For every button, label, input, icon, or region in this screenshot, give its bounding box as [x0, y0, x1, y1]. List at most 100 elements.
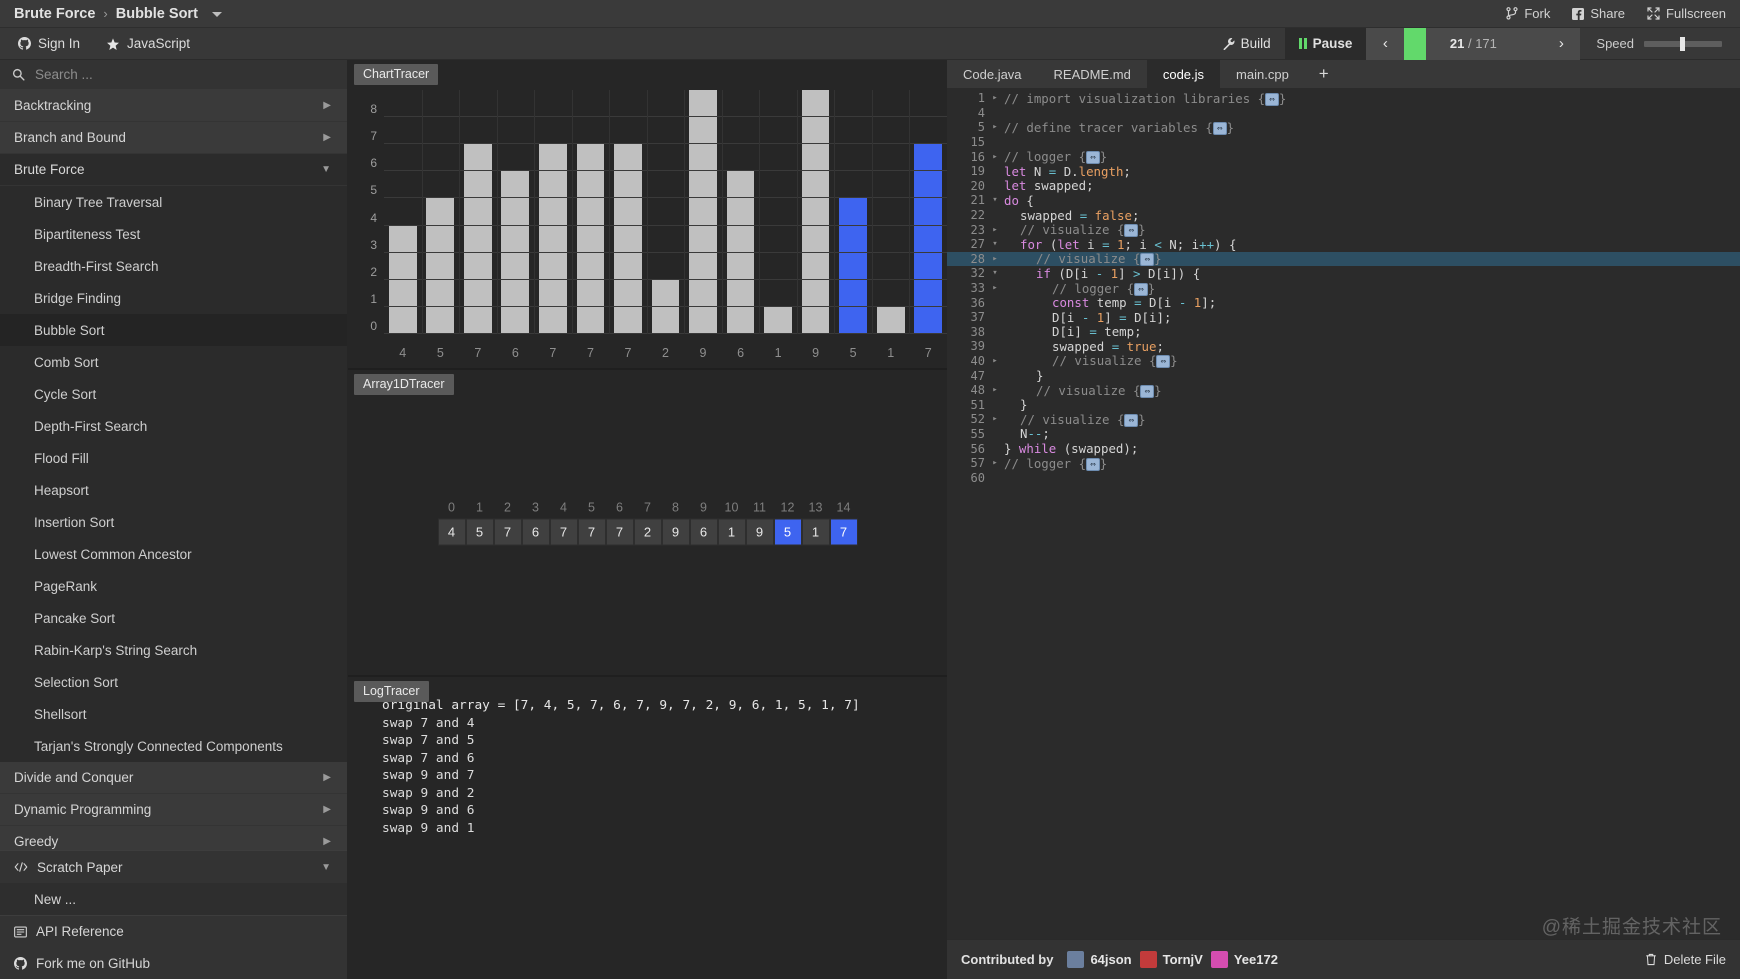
language-selector[interactable]: JavaScript [106, 36, 190, 51]
contributor[interactable]: 64json [1067, 951, 1132, 968]
search-input[interactable] [35, 67, 335, 82]
code-line: 22 swapped = false; [947, 208, 1740, 223]
fold-toggle-icon[interactable]: ▸ [989, 385, 1001, 395]
code-area[interactable]: 1 ▸// import visualization libraries {⇔} 4… [947, 88, 1740, 939]
sidebar-category-backtracking[interactable]: Backtracking ▶ [0, 90, 347, 122]
sidebar-item-fork-github[interactable]: Fork me on GitHub [0, 947, 347, 979]
fold-toggle-icon[interactable]: ▾ [989, 195, 1001, 205]
fold-toggle-icon[interactable]: ▸ [989, 283, 1001, 293]
fold-toggle-icon[interactable]: ▸ [989, 225, 1001, 235]
code-fold-widget[interactable]: ⇔ [1212, 121, 1227, 135]
fold-toggle-icon[interactable]: ▸ [989, 458, 1001, 468]
sidebar-item-bipartiteness-test[interactable]: Bipartiteness Test [0, 218, 347, 250]
code-fold-widget[interactable]: ⇔ [1086, 457, 1100, 471]
sidebar-item-bubble-sort[interactable]: Bubble Sort [0, 314, 347, 346]
fold-toggle-icon[interactable]: ▸ [989, 254, 1001, 264]
contributor[interactable]: Yee172 [1210, 951, 1278, 968]
speed-slider-knob[interactable] [1680, 36, 1685, 51]
sidebar-item-selection-sort[interactable]: Selection Sort [0, 666, 347, 698]
chart-y-tick: 8 [370, 102, 377, 117]
sidebar-item-depth-first-search[interactable]: Depth-First Search [0, 410, 347, 442]
contributor[interactable]: TornjV [1139, 951, 1203, 968]
sidebar-item-pagerank[interactable]: PageRank [0, 570, 347, 602]
sidebar-item-shellsort[interactable]: Shellsort [0, 698, 347, 730]
previous-step-button[interactable]: ‹ [1366, 27, 1405, 60]
chevron-right-icon: ▶ [323, 100, 331, 111]
code-fold-widget[interactable]: ⇔ [1134, 282, 1148, 296]
code-fold-widget[interactable]: ⇔ [1140, 384, 1155, 398]
chart-x-tick: 7 [549, 346, 557, 360]
sidebar-item-flood-fill[interactable]: Flood Fill [0, 442, 347, 474]
array-index-cell: 9 [700, 500, 707, 514]
next-step-button[interactable]: › [1542, 27, 1581, 60]
sidebar-item-insertion-sort[interactable]: Insertion Sort [0, 506, 347, 538]
fold-toggle-icon[interactable]: ▸ [989, 414, 1001, 424]
sidebar-category-divide-and-conquer[interactable]: Divide and Conquer ▶ [0, 762, 347, 794]
code-fold-widget[interactable]: ⇔ [1265, 92, 1279, 106]
progress-bar[interactable]: 21 / 171 [1404, 27, 1543, 60]
editor-tab-main-cpp[interactable]: main.cpp [1220, 60, 1305, 88]
log-line: swap 7 and 5 [382, 733, 475, 748]
code-fold-widget[interactable]: ⇔ [1156, 355, 1171, 369]
array-index-cell: 4 [560, 500, 567, 514]
code-text: for (let i = 1; i < N; i++) { [1001, 237, 1236, 252]
code-fold-widget[interactable]: ⇔ [1124, 224, 1139, 238]
nav-label: Rabin-Karp's String Search [34, 642, 198, 658]
code-fold-widget[interactable]: ⇔ [1124, 413, 1139, 427]
sidebar-item-comb-sort[interactable]: Comb Sort [0, 346, 347, 378]
chart-bar-cell [759, 90, 797, 334]
code-fold-widget[interactable]: ⇔ [1086, 151, 1100, 165]
speed-slider[interactable] [1644, 36, 1722, 51]
delete-file-button[interactable]: Delete File [1645, 952, 1726, 967]
editor-tab-readme-md[interactable]: README.md [1038, 60, 1147, 88]
editor-tab-code-js[interactable]: code.js [1146, 60, 1221, 88]
sidebar-item-new-scratch[interactable]: New ... [0, 883, 347, 915]
sidebar-item-scratch-paper[interactable]: Scratch Paper ▼ [0, 851, 347, 883]
array-value-cell: 4 [437, 518, 466, 545]
sidebar-item-pancake-sort[interactable]: Pancake Sort [0, 602, 347, 634]
sidebar-category-dynamic-programming[interactable]: Dynamic Programming ▶ [0, 794, 347, 826]
sidebar-item-breadth-first-search[interactable]: Breadth-First Search [0, 250, 347, 282]
breadcrumb-item-category[interactable]: Brute Force [14, 6, 95, 22]
sidebar-item-binary-tree-traversal[interactable]: Binary Tree Traversal [0, 186, 347, 218]
sidebar-item-bridge-finding[interactable]: Bridge Finding [0, 282, 347, 314]
sidebar-category-brute-force[interactable]: Brute Force ▼ [0, 154, 347, 186]
add-tab-button[interactable]: + [1305, 60, 1343, 88]
fork-button[interactable]: Fork [1506, 6, 1550, 21]
sidebar-item-cycle-sort[interactable]: Cycle Sort [0, 378, 347, 410]
sidebar-item-rabin-karp-s-string-search[interactable]: Rabin-Karp's String Search [0, 634, 347, 666]
code-token: < [1154, 236, 1162, 252]
sidebar-item-api-reference[interactable]: API Reference [0, 915, 347, 947]
chart-vertical-gridline [421, 90, 423, 334]
fold-toggle-icon[interactable]: ▸ [989, 122, 1001, 132]
share-button[interactable]: Share [1572, 6, 1625, 21]
fold-toggle-icon[interactable]: ▸ [989, 152, 1001, 162]
build-button[interactable]: Build [1208, 28, 1285, 60]
sidebar-category-greedy[interactable]: Greedy ▶ [0, 826, 347, 850]
code-fold-widget[interactable]: ⇔ [1140, 253, 1155, 267]
fold-toggle-icon[interactable]: ▾ [989, 239, 1001, 249]
fold-toggle-icon[interactable]: ▸ [989, 356, 1001, 366]
array-value-cell: 7 [577, 518, 606, 545]
line-number: 56 [970, 441, 985, 456]
sidebar-item-heapsort[interactable]: Heapsort [0, 474, 347, 506]
chart-tracer: ChartTracer 0 1 2 3 4 5 6 7 8 4 5 7 6 7 7 7 2 9 6 1 9 5 1 7 [348, 60, 947, 370]
fold-toggle-icon[interactable]: ▾ [989, 268, 1001, 278]
code-token: (D[i [1050, 265, 1096, 281]
sign-in-button[interactable]: Sign In [18, 36, 80, 51]
sidebar-category-branch-and-bound[interactable]: Branch and Bound ▶ [0, 122, 347, 154]
fold-toggle-icon[interactable]: ▸ [989, 93, 1001, 103]
pause-button[interactable]: Pause [1284, 27, 1367, 60]
chevron-right-icon: ▶ [323, 836, 331, 847]
sidebar-item-tarjan-s-strongly-connected-components[interactable]: Tarjan's Strongly Connected Components [0, 730, 347, 762]
editor-tab-code-java[interactable]: Code.java [947, 60, 1038, 88]
sidebar-nav[interactable]: Backtracking ▶ Branch and Bound ▶ Brute Forc… [0, 90, 347, 850]
array-value-cell: 9 [661, 518, 690, 545]
fullscreen-button[interactable]: Fullscreen [1647, 6, 1726, 21]
breadcrumb-item-algorithm[interactable]: Bubble Sort [116, 6, 198, 22]
code-token: } [1004, 441, 1019, 457]
chart-gridline: 6 [370, 156, 947, 172]
sidebar-item-lowest-common-ancestor[interactable]: Lowest Common Ancestor [0, 538, 347, 570]
chevron-down-icon[interactable] [211, 12, 222, 17]
